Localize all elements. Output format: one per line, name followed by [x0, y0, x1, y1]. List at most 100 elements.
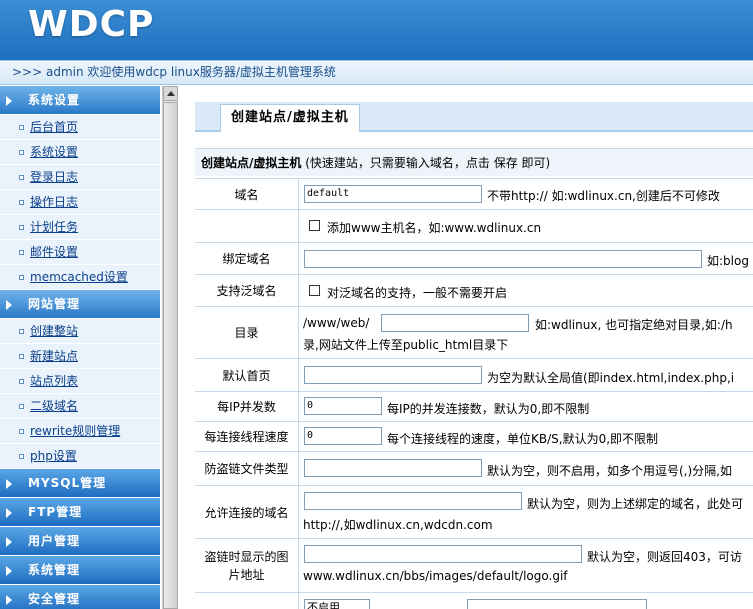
wildcard-hint: 对泛域名的支持，一般不需要开启: [327, 286, 508, 300]
sidebar-item-link[interactable]: 二级域名: [30, 399, 78, 413]
row-per-ip: 每IP并发数 0 每IP的并发连接数，默认为0,即不限制: [195, 391, 753, 421]
sidebar-item-link[interactable]: 新建站点: [30, 349, 78, 363]
square-bullet-icon: [19, 354, 24, 359]
sidebar-section-0[interactable]: 系统设置: [0, 86, 160, 115]
label-allow-domain: 允许连接的域名: [195, 486, 299, 538]
sidebar-section-4[interactable]: 用户管理: [0, 527, 160, 556]
label-directory: 目录: [195, 307, 299, 358]
sidebar-section-title: FTP管理: [28, 505, 83, 519]
square-bullet-icon: [19, 454, 24, 459]
hotlink-input[interactable]: [304, 459, 482, 477]
sidebar-item[interactable]: 二级域名: [0, 394, 160, 419]
hotlink-hint: 默认为空，则不启用，如多个用逗号(,)分隔,如: [487, 464, 732, 478]
sidebar-item[interactable]: 新建站点: [0, 344, 160, 369]
directory-input[interactable]: [381, 314, 529, 332]
sidebar-item[interactable]: 操作日志: [0, 190, 160, 215]
sidebar-section-2[interactable]: MYSQL管理: [0, 469, 160, 498]
sidebar-item-link[interactable]: 站点列表: [30, 374, 78, 388]
sidebar-item[interactable]: 站点列表: [0, 369, 160, 394]
sidebar-item-link[interactable]: memcached设置: [30, 270, 128, 284]
per-ip-input[interactable]: 0: [304, 397, 382, 415]
sidebar-section-5[interactable]: 系统管理: [0, 556, 160, 585]
row-last: 不启用: [195, 592, 753, 609]
directory-hint: 如:wdlinux, 也可指定绝对目录,如:/h: [535, 318, 733, 332]
domain-input[interactable]: default: [304, 185, 482, 203]
sidebar-item[interactable]: memcached设置: [0, 265, 160, 290]
bind-domain-hint: 如:blog: [707, 254, 749, 268]
scroll-up-button[interactable]: [163, 86, 178, 101]
sidebar-item-link[interactable]: 计划任务: [30, 220, 78, 234]
per-ip-hint: 每IP的并发连接数，默认为0,即不限制: [387, 402, 590, 416]
wildcard-checkbox[interactable]: [309, 285, 320, 296]
allow-domain-input[interactable]: [304, 492, 522, 510]
tab-bar: 创建站点/虚拟主机: [195, 102, 753, 132]
arrow-up-icon: [167, 91, 175, 96]
sidebar-item[interactable]: 创建整站: [0, 319, 160, 344]
sidebar-section-title: 安全管理: [28, 592, 81, 606]
row-allow-domain: 允许连接的域名 默认为空，则为上述绑定的域名，此处可 http://,如wdli…: [195, 485, 753, 538]
sidebar-item[interactable]: 计划任务: [0, 215, 160, 240]
last-input[interactable]: [467, 599, 647, 609]
domain-hint: 不带http:// 如:wdlinux.cn,创建后不可修改: [487, 189, 720, 203]
triangle-right-icon: [6, 96, 12, 106]
last-select[interactable]: 不启用: [304, 599, 370, 609]
triangle-right-icon: [6, 566, 12, 576]
sidebar-item-link[interactable]: 登录日志: [30, 170, 78, 184]
tab-create-site[interactable]: 创建站点/虚拟主机: [220, 104, 360, 132]
sidebar-scrollbar[interactable]: [162, 86, 178, 609]
form-title-row: 创建站点/虚拟主机 (快速建站，只需要输入域名，点击 保存 即可): [195, 148, 753, 176]
row-directory: 目录 /www/web/ 如:wdlinux, 也可指定绝对目录,如:/h 录,…: [195, 306, 753, 358]
scroll-thumb[interactable]: [163, 102, 178, 609]
default-index-hint: 为空为默认全局值(即index.html,index.php,i: [487, 371, 735, 385]
row-hotlink-image: 盗链时显示的图 片地址 默认为空，则返回403，可访 www.wdlinux.c…: [195, 538, 753, 592]
label-domain: 域名: [195, 179, 299, 209]
sidebar-item-link[interactable]: 后台首页: [30, 120, 78, 134]
sidebar-section-title: 系统管理: [28, 563, 81, 577]
label-hotlink: 防盗链文件类型: [195, 452, 299, 485]
rate-input[interactable]: 0: [304, 427, 382, 445]
hotlink-image-hint: 默认为空，则返回403，可访: [587, 550, 742, 564]
label-hotlink-image: 盗链时显示的图 片地址: [195, 539, 299, 592]
sidebar-item[interactable]: 邮件设置: [0, 240, 160, 265]
sidebar-section-title: 用户管理: [28, 534, 81, 548]
label-wildcard: 支持泛域名: [195, 275, 299, 306]
sidebar-section-6[interactable]: 安全管理: [0, 585, 160, 609]
triangle-right-icon: [6, 537, 12, 547]
sidebar-item-link[interactable]: 系统设置: [30, 145, 78, 159]
allow-domain-hint: 默认为空，则为上述绑定的域名，此处可: [527, 497, 744, 511]
row-www: 添加www主机名，如:www.wdlinux.cn: [195, 209, 753, 242]
rate-hint: 每个连接线程的速度，单位KB/S,默认为0,即不限制: [387, 432, 659, 446]
label-per-ip: 每IP并发数: [195, 392, 299, 421]
sidebar-item[interactable]: rewrite规则管理: [0, 419, 160, 444]
sidebar-item-link[interactable]: 操作日志: [30, 195, 78, 209]
form-subtitle: (快速建站，只需要输入域名，点击 保存 即可): [305, 156, 551, 170]
row-default-index: 默认首页 为空为默认全局值(即index.html,index.php,i: [195, 358, 753, 391]
sidebar-item[interactable]: php设置: [0, 444, 160, 469]
label-hotlink-image-line1: 盗链时显示的图: [204, 549, 289, 564]
www-hint: 添加www主机名，如:www.wdlinux.cn: [327, 221, 542, 235]
square-bullet-icon: [19, 250, 24, 255]
square-bullet-icon: [19, 275, 24, 280]
square-bullet-icon: [19, 225, 24, 230]
sidebar-item-link[interactable]: 创建整站: [30, 324, 78, 338]
row-bind-domain: 绑定域名 如:blog: [195, 242, 753, 274]
square-bullet-icon: [19, 150, 24, 155]
sidebar-item-link[interactable]: php设置: [30, 449, 77, 463]
sidebar-section-title: 网站管理: [28, 297, 81, 311]
default-index-input[interactable]: [304, 366, 482, 384]
sidebar: 系统设置 后台首页 系统设置 登录日志 操作日志 计划任务 邮件设置 memcached设置网…: [0, 86, 160, 609]
sidebar-item-link[interactable]: 邮件设置: [30, 245, 78, 259]
sidebar-section-1[interactable]: 网站管理: [0, 290, 160, 319]
square-bullet-icon: [19, 125, 24, 130]
sidebar-item[interactable]: 登录日志: [0, 165, 160, 190]
row-domain: 域名 default 不带http:// 如:wdlinux.cn,创建后不可修…: [195, 178, 753, 209]
sidebar-item-link[interactable]: rewrite规则管理: [30, 424, 120, 438]
sidebar-item[interactable]: 后台首页: [0, 115, 160, 140]
www-checkbox[interactable]: [309, 220, 320, 231]
sidebar-section-3[interactable]: FTP管理: [0, 498, 160, 527]
bind-domain-input[interactable]: [304, 250, 702, 268]
sidebar-item[interactable]: 系统设置: [0, 140, 160, 165]
welcome-bar: >>> admin 欢迎使用wdcp linux服务器/虚拟主机管理系统: [0, 60, 753, 85]
hotlink-image-input[interactable]: [304, 545, 582, 563]
square-bullet-icon: [19, 404, 24, 409]
